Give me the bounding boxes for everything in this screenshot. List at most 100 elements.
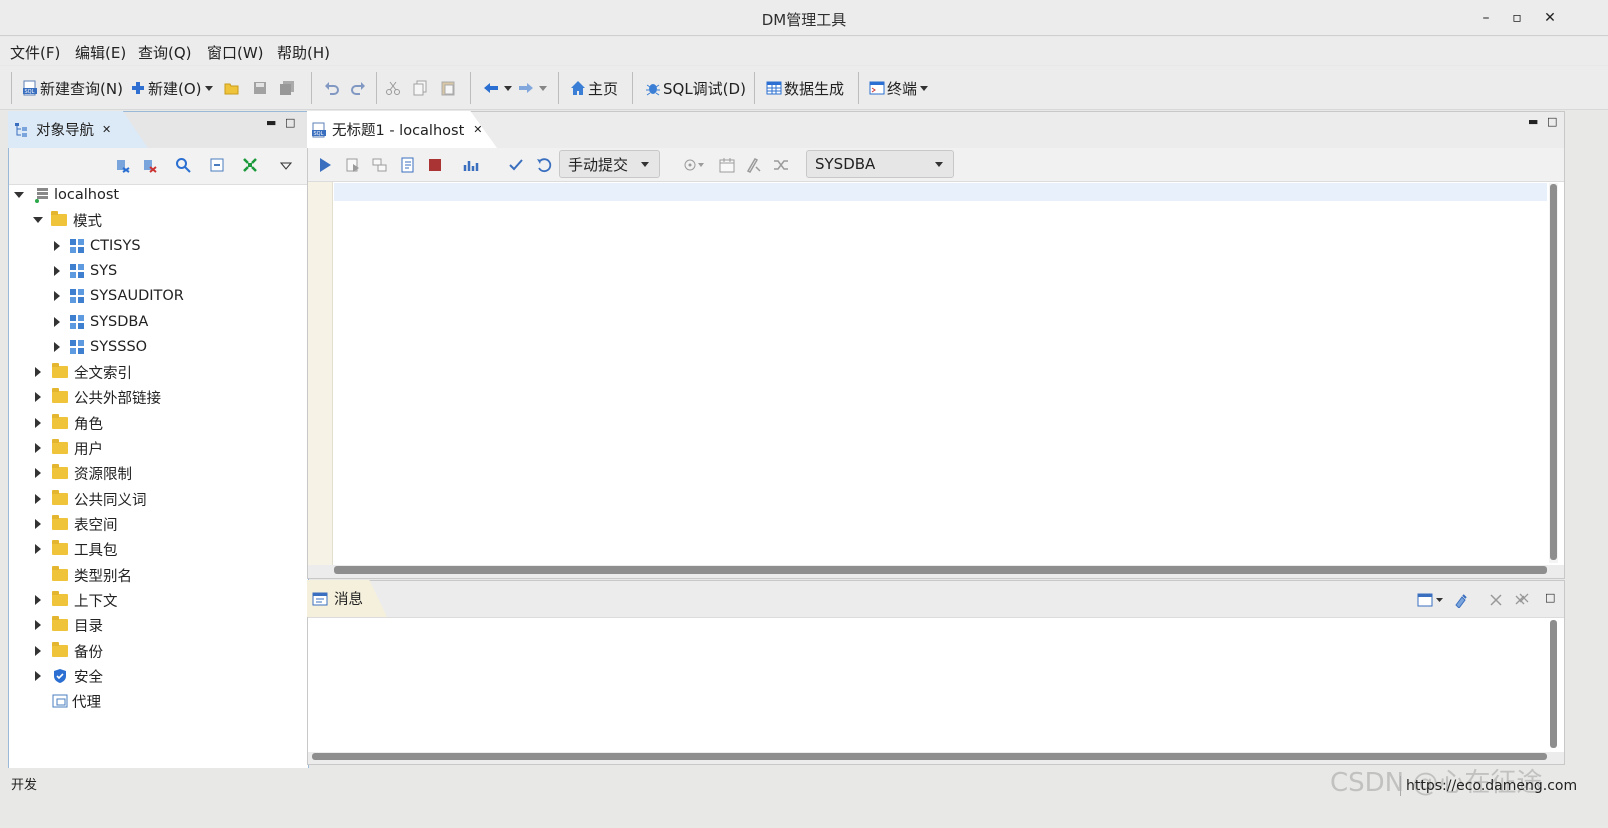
expand-toggle-icon[interactable]	[35, 443, 41, 453]
tree-node-folder[interactable]: 公共外部链接	[35, 385, 161, 409]
tree-node-folder[interactable]: 用户	[35, 436, 103, 460]
schema-select[interactable]: SYSDBA	[806, 150, 954, 178]
tree-node-security[interactable]: 安全	[35, 664, 103, 688]
expand-toggle-icon[interactable]	[54, 241, 60, 251]
minimize-button[interactable]: –	[1477, 9, 1495, 27]
tree-node-folder[interactable]: 公共同义词	[35, 487, 147, 511]
tree-node-folder[interactable]: 备份	[35, 639, 103, 663]
remove-all-icon[interactable]	[1514, 592, 1530, 612]
tree-node-folder[interactable]: 上下文	[35, 588, 118, 612]
tree-node-schema-item[interactable]: SYSSSO	[54, 335, 147, 359]
save-all-button[interactable]	[279, 76, 297, 100]
stop-icon[interactable]	[427, 157, 443, 177]
menu-help[interactable]: 帮助(H)	[277, 42, 330, 63]
expand-toggle-icon[interactable]	[35, 519, 41, 529]
calendar-icon[interactable]	[719, 157, 735, 177]
messages-vertical-scroll-thumb[interactable]	[1550, 620, 1557, 748]
message-view-menu-icon[interactable]	[1417, 592, 1445, 612]
expand-toggle-icon[interactable]	[14, 192, 24, 198]
menu-query[interactable]: 查询(Q)	[138, 42, 192, 63]
open-button[interactable]	[224, 76, 242, 100]
expand-toggle-icon[interactable]	[35, 646, 41, 656]
cut-button[interactable]	[385, 76, 403, 100]
editor-vertical-scroll-thumb[interactable]	[1550, 184, 1557, 560]
run-selected-icon[interactable]	[345, 157, 361, 177]
tree-node-folder[interactable]: 角色	[35, 411, 103, 435]
connect-icon[interactable]	[115, 157, 131, 177]
redo-button[interactable]	[350, 76, 368, 100]
expand-toggle-icon[interactable]	[54, 317, 60, 327]
menu-edit[interactable]: 编辑(E)	[75, 42, 126, 63]
tree-node-localhost[interactable]: localhost	[14, 183, 119, 207]
maximize-panel-icon[interactable]: □	[285, 116, 295, 129]
disconnect-icon[interactable]	[142, 157, 158, 177]
tab-untitled-query[interactable]: SQL 无标题1 - localhost ✕	[307, 111, 497, 148]
home-button[interactable]: 主页	[570, 76, 618, 100]
paste-button[interactable]	[440, 76, 458, 100]
close-icon[interactable]: ✕	[102, 123, 111, 136]
tree-node-schema-item[interactable]: SYSDBA	[54, 310, 148, 334]
expand-toggle-icon[interactable]	[35, 544, 41, 554]
run-icon[interactable]	[318, 157, 332, 177]
messages-horizontal-scroll-thumb[interactable]	[312, 753, 1547, 760]
tree-node-folder[interactable]: 目录	[35, 613, 103, 637]
maximize-panel-icon[interactable]: □	[1547, 115, 1557, 128]
maximize-panel-icon[interactable]: □	[1545, 591, 1555, 604]
sql-debug-button[interactable]: SQL调试(D)	[645, 76, 746, 100]
new-query-button[interactable]: SQL 新建查询(N)	[22, 76, 123, 100]
close-button[interactable]: ✕	[1541, 9, 1559, 27]
shuffle-icon[interactable]	[773, 157, 789, 177]
expand-toggle-icon[interactable]	[35, 392, 41, 402]
expand-toggle-icon[interactable]	[35, 595, 41, 605]
data-generate-button[interactable]: 数据生成	[766, 76, 844, 100]
expand-toggle-icon[interactable]	[54, 291, 60, 301]
tree-node-schema-item[interactable]: CTISYS	[54, 234, 141, 258]
search-icon[interactable]	[175, 157, 191, 177]
run-script-icon[interactable]	[372, 157, 388, 177]
new-object-button[interactable]: 新建(O)	[130, 76, 213, 100]
sql-editor-textarea[interactable]	[308, 182, 1564, 565]
expand-toggle-icon[interactable]	[35, 494, 41, 504]
expand-refresh-icon[interactable]	[242, 157, 258, 177]
expand-toggle-icon[interactable]	[54, 266, 60, 276]
minimize-panel-icon[interactable]: ▬	[266, 116, 276, 129]
forward-button[interactable]	[518, 76, 547, 100]
back-button[interactable]	[483, 76, 512, 100]
expand-toggle-icon[interactable]	[35, 620, 41, 630]
tree-node-folder[interactable]: 全文索引	[35, 360, 132, 384]
undo-button[interactable]	[324, 76, 342, 100]
statistics-icon[interactable]	[463, 157, 479, 177]
explain-plan-icon[interactable]	[400, 157, 416, 177]
rollback-icon[interactable]	[536, 157, 552, 177]
tree-node-folder[interactable]: 表空间	[35, 512, 118, 536]
commit-mode-select[interactable]: 手动提交	[559, 150, 660, 178]
expand-toggle-icon[interactable]	[54, 342, 60, 352]
tree-node-folder[interactable]: 工具包	[35, 537, 118, 561]
copy-button[interactable]	[412, 76, 430, 100]
tree-node-agent[interactable]: 代理	[52, 689, 101, 713]
tree-node-schema[interactable]: 模式	[33, 208, 102, 232]
expand-toggle-icon[interactable]	[35, 418, 41, 428]
minimize-panel-icon[interactable]: ▬	[1528, 115, 1538, 128]
terminal-button[interactable]: 终端	[869, 76, 929, 100]
tree-node-folder[interactable]: 资源限制	[35, 461, 132, 485]
tree-node-folder[interactable]: 类型别名	[52, 563, 132, 587]
tree-node-schema-item[interactable]: SYS	[54, 259, 117, 283]
expand-toggle-icon[interactable]	[35, 468, 41, 478]
maximize-button[interactable]: ▫	[1508, 9, 1526, 27]
remove-icon[interactable]	[1488, 592, 1504, 612]
expand-toggle-icon[interactable]	[33, 217, 43, 223]
expand-toggle-icon[interactable]	[35, 671, 41, 681]
target-icon[interactable]	[682, 157, 706, 177]
save-button[interactable]	[252, 76, 270, 100]
commit-check-icon[interactable]	[508, 157, 524, 177]
format-icon[interactable]	[746, 157, 762, 177]
menu-file[interactable]: 文件(F)	[10, 42, 60, 63]
expand-toggle-icon[interactable]	[35, 367, 41, 377]
view-menu-icon[interactable]	[279, 159, 293, 175]
collapse-all-icon[interactable]	[209, 157, 225, 177]
clear-messages-icon[interactable]	[1453, 592, 1469, 612]
editor-horizontal-scroll-thumb[interactable]	[334, 566, 1547, 574]
menu-window[interactable]: 窗口(W)	[207, 42, 264, 63]
tree-node-schema-item[interactable]: SYSAUDITOR	[54, 284, 184, 308]
